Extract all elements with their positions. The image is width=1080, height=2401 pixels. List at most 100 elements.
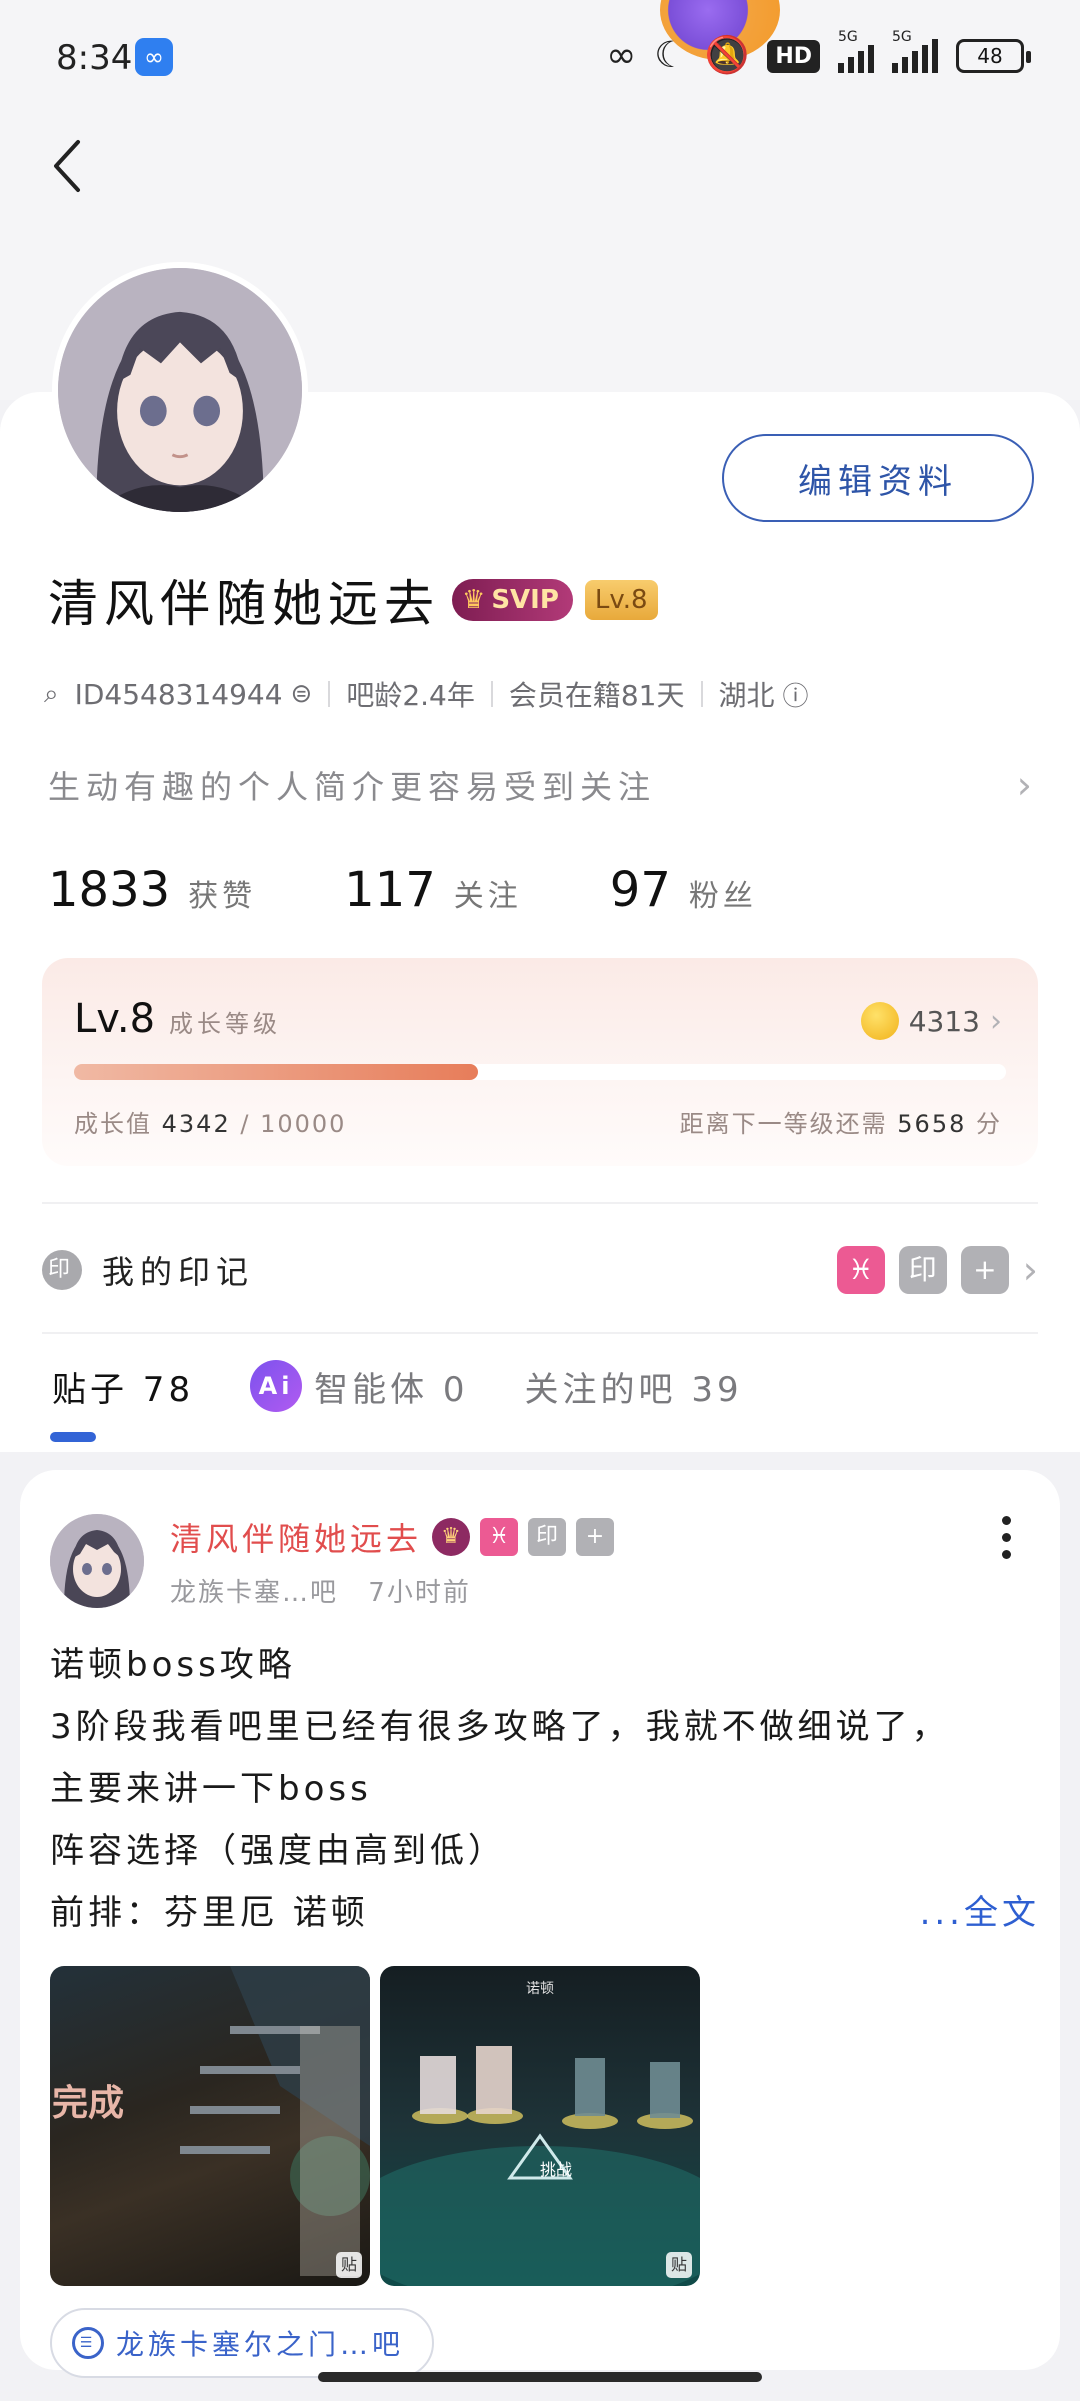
signal-icon-1: 5G (838, 29, 874, 73)
user-id-text: ID4548314944 (74, 677, 283, 711)
tab-agents[interactable]: Ai 智能体 0 (250, 1360, 468, 1412)
level-subtitle: 成长等级 (169, 1010, 282, 1038)
full-text-link[interactable]: ...全文 (920, 1882, 1040, 1944)
post-image[interactable]: 完成 贴 (50, 1966, 370, 2286)
member-days: 会员在籍81天 (508, 679, 685, 712)
divider (700, 681, 703, 707)
post-line-last: 前排：芬里厄 诺顿 ...全文 (50, 1882, 1040, 1944)
back-arrow-icon[interactable] (44, 136, 94, 196)
image-fight-label: 挑战 (540, 2160, 573, 2179)
tab-posts[interactable]: 贴子 78 (52, 1362, 194, 1411)
link-icon: ∞ (606, 35, 637, 76)
post-line: 诺顿boss攻略 (50, 1645, 296, 1685)
tab-followed-bars[interactable]: 关注的吧 39 (525, 1362, 743, 1411)
post-source-bar[interactable]: 龙族卡塞…吧 (170, 1578, 338, 1608)
bar-chip-label: 龙族卡塞尔之门…吧 (116, 2328, 405, 2361)
next-level-info: 距离下一等级还需 5658 分 (680, 1104, 1002, 1139)
link-app-icon: ∞ (135, 38, 173, 76)
coin-balance[interactable]: 4313 › (860, 1002, 1002, 1040)
edit-profile-button[interactable]: 编辑资料 (722, 434, 1034, 522)
profile-tabs: 贴子 78 Ai 智能体 0 关注的吧 39 (52, 1360, 743, 1412)
network-type-label: 5G (892, 29, 912, 45)
stat-following[interactable]: 117 关注 (344, 862, 522, 918)
image-overlay-text: 完成 (52, 2083, 125, 2124)
more-options-icon[interactable] (996, 1516, 1016, 1576)
pisces-tag-icon: ♓ (836, 1246, 885, 1294)
add-tag-icon[interactable]: + (960, 1246, 1009, 1294)
crown-icon: ♛ (462, 585, 486, 615)
tab-agents-label: 智能体 0 (314, 1369, 469, 1410)
coin-count: 4313 (908, 1004, 980, 1038)
my-marks-row[interactable]: 印 我的印记 ♓ 印 + › (42, 1238, 1038, 1302)
svip-badge[interactable]: ♛ SVIP (452, 579, 573, 621)
post-line: 阵容选择（强度由高到低） (50, 1831, 506, 1871)
search-icon[interactable]: ⌕ (44, 679, 59, 710)
home-indicator[interactable] (318, 2372, 762, 2382)
growth-value: 成长值 4342 / 10000 (74, 1104, 346, 1139)
divider (328, 681, 331, 707)
level-card[interactable]: Lv.8 成长等级 4313 › 成长值 4342 / 10000 距离下一等级… (42, 958, 1038, 1166)
post-images: 完成 贴 诺顿 挑战 贴 (50, 1966, 700, 2286)
stat-fans[interactable]: 97 粉丝 (610, 862, 757, 918)
image-badge: 贴 (336, 2252, 362, 2278)
stat-likes[interactable]: 1833 获赞 (48, 862, 256, 918)
level-badge[interactable]: Lv.8 (584, 580, 658, 620)
growth-progress-bar (74, 1064, 1006, 1080)
mute-bell-icon: 🔕 (704, 35, 750, 76)
post-card[interactable]: 清风伴随她远去 ♛ ♓ 印 + 龙族卡塞…吧 7小时前 诺顿boss攻略 3阶段… (20, 1470, 1060, 2378)
ai-agent-icon: Ai (250, 1360, 303, 1412)
growth-progress-fill (74, 1064, 479, 1080)
likes-label: 获赞 (188, 879, 257, 914)
user-id[interactable]: ID4548314944 ⊜ (75, 678, 313, 711)
profile-meta: ⌕ ID4548314944 ⊜ 吧龄2.4年 会员在籍81天 湖北 ⓘ (44, 674, 809, 714)
chevron-right-icon: › (1016, 763, 1038, 807)
signal-icon-2: 5G (892, 29, 938, 73)
following-label: 关注 (453, 879, 522, 914)
seal-tag-icon: 印 (898, 1246, 947, 1294)
avatar[interactable] (52, 262, 308, 518)
post-image[interactable]: 诺顿 挑战 贴 (380, 1966, 700, 2286)
status-time: 8:34 (56, 38, 133, 78)
bio-placeholder: 生动有趣的个人简介更容易受到关注 (48, 768, 657, 806)
stats-row: 1833 获赞 117 关注 97 粉丝 (48, 862, 757, 918)
growth-label: 成长值 (74, 1110, 152, 1138)
moon-icon: ☾ (654, 35, 687, 76)
location-text: 湖北 (718, 679, 775, 712)
next-level-unit: 分 (976, 1110, 1002, 1138)
bar-icon: ☰ (72, 2327, 104, 2359)
copy-icon[interactable]: ⊜ (291, 679, 313, 709)
hd-icon: HD (767, 39, 820, 73)
chevron-right-icon: › (990, 1003, 1002, 1039)
location: 湖北 ⓘ (719, 674, 809, 714)
bar-chip[interactable]: ☰ 龙族卡塞尔之门…吧 (50, 2308, 435, 2378)
post-author-avatar[interactable] (50, 1514, 144, 1608)
next-level-label: 距离下一等级还需 (679, 1110, 888, 1138)
user-name: 清风伴随她远去 (48, 575, 440, 633)
my-marks-left: 印 我的印记 (42, 1247, 254, 1293)
svip-label: SVIP (491, 585, 559, 615)
help-icon[interactable]: ⓘ (783, 676, 809, 713)
network-type-label: 5G (838, 29, 858, 45)
image-badge: 贴 (666, 2252, 692, 2278)
growth-total: / 10000 (240, 1110, 347, 1138)
bio-row[interactable]: 生动有趣的个人简介更容易受到关注 › (48, 762, 1038, 808)
growth-current: 4342 (161, 1110, 231, 1138)
image-title: 诺顿 (526, 1981, 554, 1997)
status-icons: ∞ ☾ 🔕 HD 5G 5G 48 (606, 29, 1031, 78)
coin-icon (860, 1002, 899, 1040)
post-body[interactable]: 诺顿boss攻略 3阶段我看吧里已经有很多攻略了，我就不做细说了， 主要来讲一下… (50, 1634, 1040, 1944)
bar-age: 吧龄2.4年 (346, 679, 475, 712)
divider (490, 681, 493, 707)
divider (42, 1202, 1038, 1204)
post-meta: 龙族卡塞…吧 7小时前 (170, 1572, 471, 1609)
likes-count: 1833 (48, 862, 171, 918)
level-name: Lv.8 (74, 996, 156, 1042)
status-bar: 8:34 ∞ ∞ ☾ 🔕 HD 5G 5G 48 (0, 0, 1080, 120)
post-line: 前排：芬里厄 诺顿 (50, 1893, 369, 1933)
seal-tag-icon: 印 (528, 1518, 567, 1556)
my-marks-label: 我的印记 (102, 1253, 255, 1291)
level-title: Lv.8 成长等级 (74, 996, 281, 1042)
name-row: 清风伴随她远去 ♛ SVIP Lv.8 (48, 564, 658, 636)
post-author-name[interactable]: 清风伴随她远去 (170, 1514, 422, 1560)
fans-count: 97 (609, 862, 671, 918)
